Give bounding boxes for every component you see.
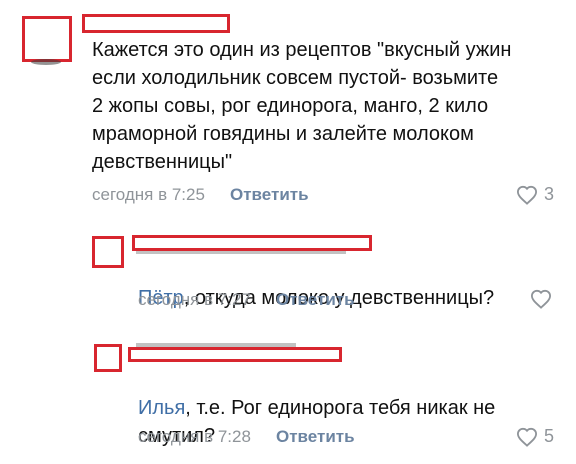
comment-text: Кажется это один из рецептов "вкусный уж… [92, 39, 512, 173]
comment-timestamp: сегодня в 7:28 [138, 427, 251, 446]
avatar[interactable] [22, 16, 72, 65]
mention-link[interactable]: Илья [138, 397, 185, 419]
avatar[interactable] [94, 344, 122, 372]
reply-button[interactable]: Ответить [276, 427, 355, 447]
like-count: 5 [544, 426, 555, 446]
reply-button[interactable]: Ответить [230, 185, 309, 205]
like-button[interactable]: 5 [516, 426, 554, 447]
comment-timestamp: сегодня в 7:25 [92, 185, 205, 204]
like-button[interactable] [530, 289, 552, 309]
avatar-shadow [31, 59, 61, 65]
comment: Кажется это один из рецептов "вкусный уж… [0, 0, 576, 215]
heart-outline-icon [530, 289, 552, 309]
author-name-redacted[interactable] [82, 14, 230, 33]
avatar[interactable] [92, 236, 124, 268]
author-name-redacted[interactable] [128, 347, 342, 362]
heart-outline-icon [516, 185, 538, 205]
like-button[interactable]: 3 [516, 184, 554, 205]
like-count: 3 [544, 184, 555, 204]
comment-timestamp: сегодня в 7:27 [138, 290, 251, 309]
reply-button[interactable]: Ответить [276, 290, 355, 310]
reply-comment: Илья, т.е. Рог единорога тебя никак не с… [0, 330, 576, 464]
heart-outline-icon [516, 427, 538, 447]
author-name-redacted[interactable] [132, 235, 372, 251]
reply-comment: Пётр, откуда молоко у девственницы? сего… [0, 222, 576, 322]
